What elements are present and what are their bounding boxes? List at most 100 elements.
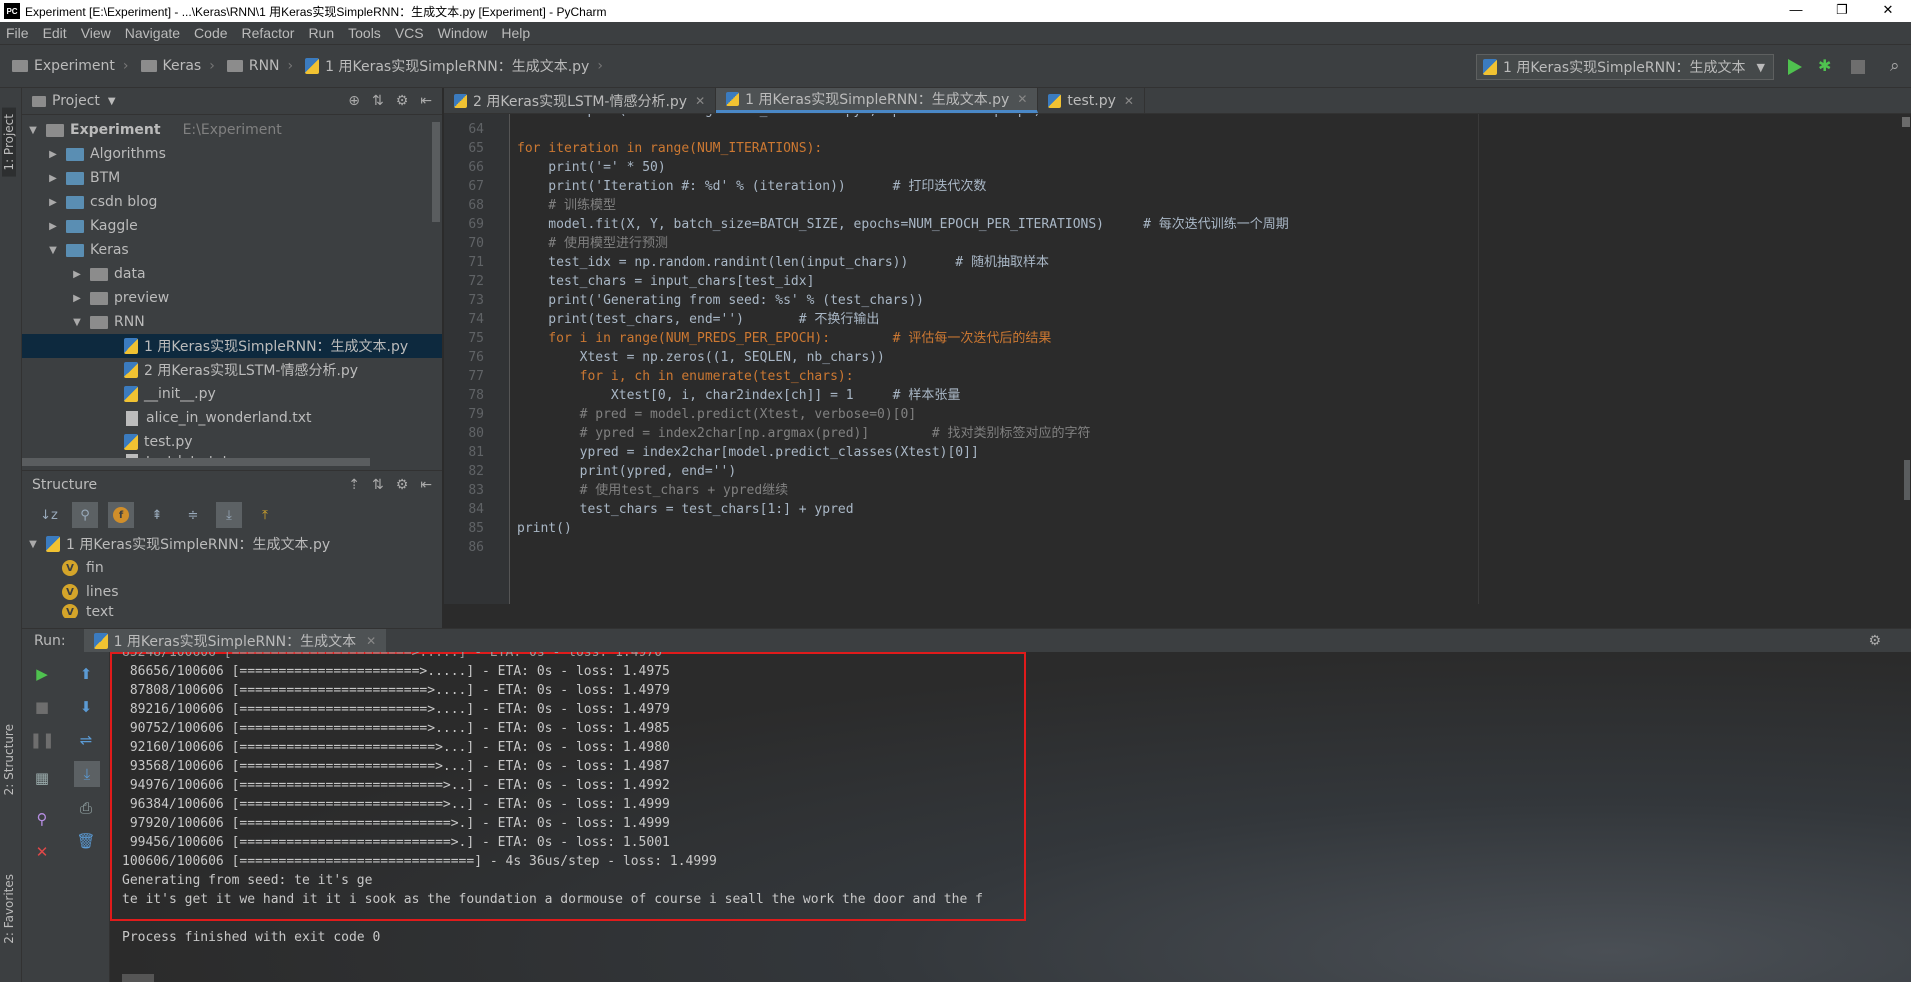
soft-wrap-icon[interactable]: ⇌	[76, 730, 96, 750]
project-panel-title[interactable]: Project	[52, 93, 100, 109]
collapse-icon[interactable]: ⇅	[372, 93, 384, 109]
arrow-up-icon[interactable]: ⬆	[76, 664, 96, 684]
expand-all-icon[interactable]: ⇞	[144, 502, 170, 528]
tree-item-algorithms[interactable]: ▶ Algorithms	[22, 142, 442, 166]
restore-layout-icon[interactable]: ▦	[32, 768, 52, 788]
close-window-button[interactable]: ✕	[1865, 0, 1911, 22]
print-icon[interactable]: ⎙	[76, 798, 96, 818]
python-file-icon	[124, 386, 138, 402]
menu-vcs[interactable]: VCS	[389, 25, 432, 41]
autoscroll-from-source-icon[interactable]: ⤒	[252, 502, 278, 528]
run-tab[interactable]: 1 用Keras实现SimpleRNN：生成文本 ✕	[83, 628, 387, 653]
structure-var-fin[interactable]: V fin	[22, 556, 442, 580]
sort-alpha-icon[interactable]: ↓z	[36, 502, 62, 528]
expand-all-icon[interactable]: ⇡	[348, 477, 360, 493]
close-icon[interactable]: ✕	[1124, 94, 1134, 108]
pause-icon[interactable]: ❚❚	[29, 730, 54, 750]
tool-tab-structure[interactable]: 2: Structure	[2, 718, 16, 801]
tree-item-lstm-file[interactable]: 2 用Keras实现LSTM-情感分析.py	[22, 358, 442, 382]
close-icon[interactable]: ✕	[1017, 92, 1027, 106]
tree-item-preview[interactable]: ▶ preview	[22, 286, 442, 310]
tree-item-experiment[interactable]: ▼ Experiment E:\Experiment	[22, 118, 442, 142]
code-text: # 使用test_chars + ypred继续	[517, 483, 789, 498]
hide-icon[interactable]: ⇤	[420, 93, 432, 109]
tree-item-simplernn-file[interactable]: 1 用Keras实现SimpleRNN：生成文本.py	[22, 334, 442, 358]
close-icon[interactable]: ✕	[32, 842, 52, 862]
tree-item-kaggle[interactable]: ▶ Kaggle	[22, 214, 442, 238]
stop-icon[interactable]	[1851, 60, 1865, 74]
console-line: Generating from seed: te it's ge	[122, 873, 373, 888]
menu-window[interactable]: Window	[432, 25, 496, 41]
gear-icon[interactable]: ⚙	[396, 93, 409, 109]
tree-item-data[interactable]: ▶ data	[22, 262, 442, 286]
stop-icon[interactable]: ■	[32, 697, 52, 717]
structure-panel: Structure ⇡ ⇅ ⚙ ⇤ ↓z ⚲ f ⇞ ≑ ⤓ ⤒ ▼ 1 用Ke…	[22, 470, 442, 630]
vertical-scrollbar[interactable]	[432, 122, 440, 222]
chevron-right-icon: ▶	[49, 172, 57, 184]
tree-item-rnn[interactable]: ▼ RNN	[22, 310, 442, 334]
menu-help[interactable]: Help	[495, 25, 538, 41]
hide-icon[interactable]: ⇤	[420, 477, 432, 493]
tree-item-alice-file[interactable]: alice_in_wonderland.txt	[22, 406, 442, 430]
close-icon[interactable]: ✕	[366, 634, 376, 648]
tab-test-file[interactable]: test.py ✕	[1038, 88, 1145, 113]
code-editor[interactable]: 63model.compile(loss='categorical_crosse…	[444, 114, 1911, 604]
tree-label: RNN	[114, 314, 145, 330]
console-line: 94976/100606 [==========================…	[122, 778, 670, 793]
autoscroll-to-source-icon[interactable]: ⤓	[216, 502, 242, 528]
tool-tab-favorites[interactable]: 2: Favorites	[2, 868, 16, 950]
structure-toolbar: ↓z ⚲ f ⇞ ≑ ⤓ ⤒	[22, 498, 442, 532]
run-configuration-select[interactable]: 1 用Keras实现SimpleRNN：生成文本 ▼	[1476, 54, 1774, 80]
project-panel-header: Project ▼ ⊕ ⇅ ⚙ ⇤	[22, 88, 442, 115]
breadcrumb-rnn[interactable]: RNN ›	[226, 58, 293, 74]
show-inherited-icon[interactable]: ⚲	[72, 502, 98, 528]
structure-var-text[interactable]: V text	[22, 604, 442, 618]
chevron-down-icon[interactable]: ▼	[108, 96, 116, 107]
collapse-icon[interactable]: ⇅	[372, 477, 384, 493]
horizontal-scrollbar[interactable]	[22, 458, 370, 466]
gear-icon[interactable]: ⚙	[1868, 633, 1881, 649]
gear-icon[interactable]: ⚙	[396, 477, 409, 493]
scroll-to-end-icon[interactable]: ⤓	[74, 761, 100, 787]
breadcrumb-file[interactable]: 1 用Keras实现SimpleRNN：生成文本.py ›	[305, 56, 603, 76]
structure-root[interactable]: ▼ 1 用Keras实现SimpleRNN：生成文本.py	[22, 532, 442, 556]
rerun-icon[interactable]: ▶	[32, 664, 52, 684]
structure-var-lines[interactable]: V lines	[22, 580, 442, 604]
menu-file[interactable]: File	[0, 25, 37, 41]
tab-simplernn-file[interactable]: 1 用Keras实现SimpleRNN：生成文本.py ✕	[716, 88, 1039, 113]
arrow-down-icon[interactable]: ⬇	[76, 697, 96, 717]
menu-view[interactable]: View	[75, 25, 119, 41]
collapse-all-icon[interactable]: ≑	[180, 502, 206, 528]
menu-refactor[interactable]: Refactor	[236, 25, 303, 41]
breadcrumb-experiment[interactable]: Experiment ›	[12, 58, 129, 74]
tree-item-keras[interactable]: ▼ Keras	[22, 238, 442, 262]
tool-tab-project[interactable]: 1: Project	[2, 108, 16, 177]
locate-icon[interactable]: ⊕	[348, 93, 360, 109]
debug-icon[interactable]: ✱	[1818, 57, 1836, 75]
show-fields-icon[interactable]: f	[108, 502, 134, 528]
restore-button[interactable]: ❐	[1819, 0, 1865, 22]
minimize-button[interactable]: —	[1773, 0, 1819, 22]
tree-item-test-file[interactable]: test.py	[22, 430, 442, 454]
editor-scrollbar[interactable]	[1904, 460, 1910, 500]
python-file-icon	[454, 93, 467, 108]
close-icon[interactable]: ✕	[695, 94, 705, 108]
tree-item-csdn-blog[interactable]: ▶ csdn blog	[22, 190, 442, 214]
menu-edit[interactable]: Edit	[37, 25, 75, 41]
code-text: print()	[517, 521, 572, 536]
tree-item-btm[interactable]: ▶ BTM	[22, 166, 442, 190]
run-icon[interactable]	[1788, 59, 1802, 75]
breadcrumb-keras[interactable]: Keras ›	[140, 58, 215, 74]
tab-lstm-file[interactable]: 2 用Keras实现LSTM-情感分析.py ✕	[444, 88, 717, 113]
pin-icon[interactable]: ⚲	[32, 809, 52, 829]
tree-item-init-file[interactable]: __init__.py	[22, 382, 442, 406]
run-console[interactable]: 85248/100606 [=======================>..…	[110, 652, 1911, 982]
console-line: 97920/100606 [==========================…	[122, 816, 670, 831]
code-line: 84 test_chars = test_chars[1:] + ypred	[444, 500, 1911, 519]
menu-run[interactable]: Run	[302, 25, 342, 41]
trash-icon[interactable]: 🗑	[76, 831, 96, 851]
menu-tools[interactable]: Tools	[342, 25, 389, 41]
menu-navigate[interactable]: Navigate	[119, 25, 188, 41]
menu-code[interactable]: Code	[188, 25, 235, 41]
search-icon[interactable]: ⌕	[1890, 56, 1900, 76]
